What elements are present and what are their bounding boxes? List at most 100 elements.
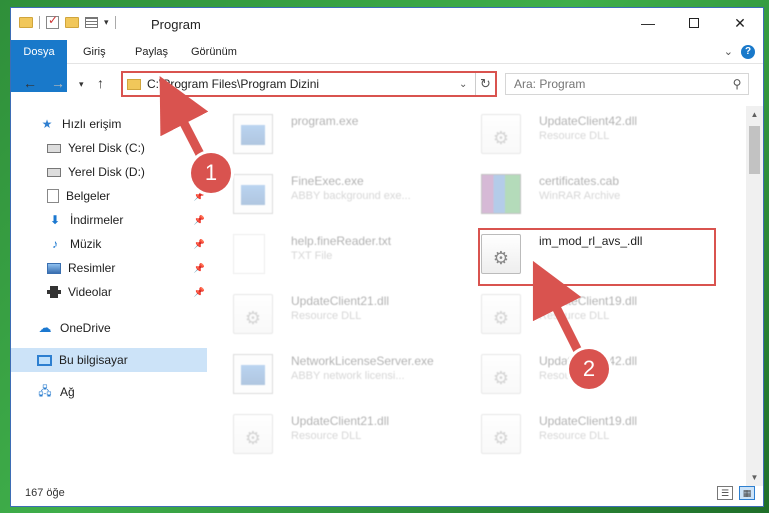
maximize-icon xyxy=(689,18,699,28)
file-type: Resource DLL xyxy=(291,430,362,442)
dll-icon: ⚙ xyxy=(481,114,521,154)
sidebar-item-label: Resimler xyxy=(68,261,116,275)
status-bar: 167 öğe ☰ ▦ xyxy=(11,482,763,506)
dll-icon: ⚙ xyxy=(481,354,521,394)
scroll-thumb[interactable] xyxy=(749,126,760,174)
sidebar-item-videos[interactable]: Videolar 📌 xyxy=(11,280,207,304)
search-input[interactable] xyxy=(506,77,726,91)
quick-access-toolbar: ▾ xyxy=(19,13,116,29)
pin-icon[interactable]: 📌 xyxy=(194,191,205,202)
step-1-badge: 1 xyxy=(191,153,231,193)
address-bar[interactable]: C:\Program Files\Program Dizini ⌄ ↻ xyxy=(121,71,497,97)
help-icon[interactable]: ? xyxy=(741,45,755,59)
file-item[interactable]: help.fineReader.txt TXT File xyxy=(209,228,449,280)
folder-icon[interactable] xyxy=(19,17,33,28)
pin-icon[interactable]: 📌 xyxy=(194,263,205,274)
file-item[interactable]: ⚙ UpdateClient42.dll Resource DLL xyxy=(457,108,697,160)
file-item[interactable]: ⚙ UpdateClient21.dll Resource DLL xyxy=(209,408,449,460)
file-type: ABBY network licensi... xyxy=(291,370,405,382)
sidebar-item-label: Bu bilgisayar xyxy=(59,353,128,367)
sidebar-item-label: OneDrive xyxy=(60,321,111,335)
forward-arrow-icon[interactable]: → xyxy=(51,75,65,91)
sidebar-item-downloads[interactable]: ⬇ İndirmeler 📌 xyxy=(11,208,207,232)
tab-home[interactable]: Giriş xyxy=(71,40,118,64)
item-count: 167 öğe xyxy=(25,487,65,499)
window-title: Program xyxy=(151,17,201,32)
file-type: Resource DLL xyxy=(539,430,610,442)
cloud-icon: ☁ xyxy=(38,320,52,335)
sidebar-item-pictures[interactable]: Resimler 📌 xyxy=(11,256,207,280)
file-type: TXT File xyxy=(291,250,333,262)
file-type: Resource DLL xyxy=(539,310,610,322)
sidebar-item-music[interactable]: ♪ Müzik 📌 xyxy=(11,232,207,256)
file-name: UpdateClient21.dll xyxy=(291,294,390,308)
exe-icon xyxy=(233,174,273,214)
vertical-scrollbar[interactable]: ▲ ▼ xyxy=(746,106,763,486)
recent-locations-icon[interactable]: ▾ xyxy=(79,79,84,90)
sidebar-item-network[interactable]: 🖧 Ağ xyxy=(11,380,207,404)
maximize-button[interactable] xyxy=(671,8,717,38)
documents-icon xyxy=(47,189,59,203)
music-icon: ♪ xyxy=(52,237,58,251)
large-icons-view-icon[interactable]: ▦ xyxy=(739,486,755,500)
navigation-pane: ★ Hızlı erişim Yerel Disk (C:) Yerel Dis… xyxy=(11,106,207,470)
sidebar-item-quick-access[interactable]: ★ Hızlı erişim xyxy=(11,112,207,136)
file-name: UpdateClient42.dll xyxy=(539,114,638,128)
file-type: Resource DLL xyxy=(291,310,362,322)
minimize-button[interactable]: — xyxy=(625,8,671,38)
address-path[interactable]: C:\Program Files\Program Dizini xyxy=(147,77,459,91)
sidebar-item-this-pc[interactable]: Bu bilgisayar xyxy=(11,348,207,372)
list-properties-icon[interactable] xyxy=(85,17,98,28)
file-name: UpdateClient19.dll xyxy=(539,414,638,428)
navigation-bar: ← → ▾ ↑ C:\Program Files\Program Dizini … xyxy=(11,66,763,102)
file-type: WinRAR Archive xyxy=(539,190,621,202)
file-item[interactable]: ⚙ UpdateClient19.dll Resource DLL xyxy=(457,408,697,460)
up-arrow-icon[interactable]: ↑ xyxy=(97,75,104,91)
dll-icon: ⚙ xyxy=(233,294,273,334)
customize-dropdown-icon[interactable]: ▾ xyxy=(104,17,109,28)
sidebar-item-onedrive[interactable]: ☁ OneDrive xyxy=(11,316,207,340)
text-file-icon xyxy=(233,234,265,274)
exe-icon xyxy=(233,354,273,394)
dll-icon: ⚙ xyxy=(481,294,521,334)
sidebar-item-documents[interactable]: Belgeler 📌 xyxy=(11,184,207,208)
file-item[interactable]: FineExec.exe ABBY background exe... xyxy=(209,168,449,220)
network-icon: 🖧 xyxy=(38,383,52,398)
details-view-icon[interactable]: ☰ xyxy=(717,486,733,500)
computer-icon xyxy=(37,354,52,366)
file-item[interactable]: ⚙ UpdateClient21.dll Resource DLL xyxy=(209,288,449,340)
pin-icon[interactable]: 📌 xyxy=(194,239,205,250)
sidebar-item-local-disk-d[interactable]: Yerel Disk (D:) xyxy=(11,160,207,184)
file-name: program.exe xyxy=(291,114,359,128)
drive-icon xyxy=(47,167,61,177)
file-item[interactable]: NetworkLicenseServer.exe ABBY network li… xyxy=(209,348,449,400)
tab-share[interactable]: Paylaş xyxy=(123,40,180,64)
video-icon xyxy=(47,286,61,298)
sidebar-item-label: Müzik xyxy=(70,237,102,251)
file-item[interactable]: ⚙ UpdateClient19.dll Resource DLL xyxy=(457,288,697,340)
download-icon: ⬇ xyxy=(49,213,61,227)
target-file-highlight xyxy=(478,228,716,286)
back-arrow-icon[interactable]: ← xyxy=(23,75,37,91)
pin-icon[interactable]: 📌 xyxy=(194,215,205,226)
dll-icon: ⚙ xyxy=(481,414,521,454)
scroll-up-icon[interactable]: ▲ xyxy=(746,106,763,123)
expand-ribbon-icon[interactable]: ⌄ xyxy=(724,45,733,58)
search-box[interactable]: ⚲ xyxy=(505,73,749,95)
file-name: help.fineReader.txt xyxy=(291,234,392,248)
step-2-badge: 2 xyxy=(569,349,609,389)
address-dropdown-icon[interactable]: ⌄ xyxy=(459,79,475,90)
sidebar-item-label: Yerel Disk (C:) xyxy=(68,141,145,155)
sidebar-item-local-disk-c[interactable]: Yerel Disk (C:) xyxy=(11,136,207,160)
toolbar-divider xyxy=(114,16,116,29)
pin-icon[interactable]: 📌 xyxy=(194,287,205,298)
close-button[interactable]: ✕ xyxy=(717,8,763,38)
new-folder-icon[interactable] xyxy=(65,17,79,28)
tab-view[interactable]: Görünüm xyxy=(179,40,249,64)
file-item[interactable]: program.exe xyxy=(209,108,449,160)
file-item[interactable]: certificates.cab WinRAR Archive xyxy=(457,168,697,220)
sidebar-item-label: Hızlı erişim xyxy=(62,117,122,131)
search-icon[interactable]: ⚲ xyxy=(726,77,748,91)
properties-check-icon[interactable] xyxy=(46,13,59,29)
refresh-icon[interactable]: ↻ xyxy=(475,73,495,95)
